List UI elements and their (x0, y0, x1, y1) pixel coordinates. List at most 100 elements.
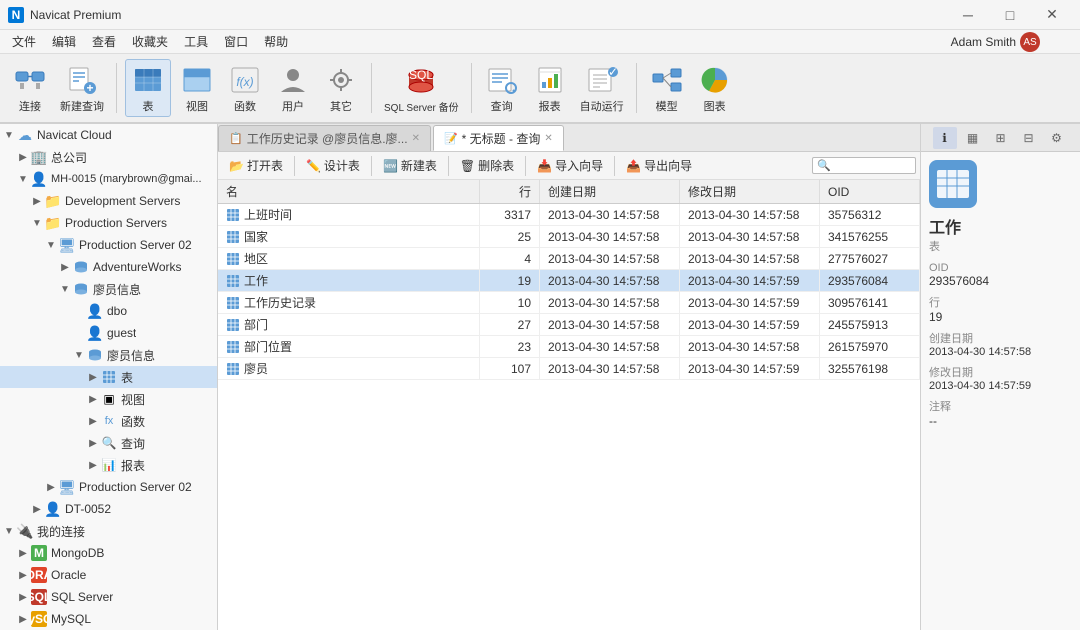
cell-rows: 4 (480, 248, 540, 270)
delete-table-button[interactable]: 🗑 删除表 (453, 154, 521, 177)
toolbar-table[interactable]: 表 (125, 59, 171, 117)
tree-dt0052[interactable]: ▶ 👤 DT-0052 (0, 498, 217, 520)
menu-help[interactable]: 帮助 (256, 31, 296, 52)
tab-query-close[interactable]: ✕ (544, 133, 552, 144)
toolbar-user[interactable]: 用户 (271, 60, 315, 116)
tree-function[interactable]: ▶ fx 函数 (0, 410, 217, 432)
cell-rows: 27 (480, 314, 540, 336)
new-table-button[interactable]: 🆕 新建表 (376, 154, 444, 177)
minimize-button[interactable]: ─ (948, 5, 988, 25)
db-icon (72, 280, 90, 298)
tree-sqlserver[interactable]: ▶ SQL SQL Server (0, 586, 217, 608)
tab-history-close[interactable]: ✕ (412, 133, 420, 144)
tree-query[interactable]: ▶ 🔍 查询 (0, 432, 217, 454)
cell-oid: 245575913 (820, 314, 920, 336)
toolbar-chart[interactable]: 图表 (693, 60, 737, 116)
toolbar-query[interactable]: 查询 (480, 60, 524, 116)
tree-liaoyuan-info2[interactable]: ▼ 廖员信息 (0, 344, 217, 366)
export-wizard-button[interactable]: 📤 导出向导 (619, 154, 699, 177)
tree-mysql[interactable]: ▶ MySQL MySQL (0, 608, 217, 630)
tree-table[interactable]: ▶ 表 (0, 366, 217, 388)
view1-tab[interactable]: ▦ (961, 127, 985, 149)
col-rows: 行 (480, 180, 540, 204)
query-icon (484, 62, 520, 98)
tree-company[interactable]: ▶ 🏢 总公司 (0, 146, 217, 168)
toolbar-new-query[interactable]: + 新建查询 (56, 60, 108, 116)
view-icon: ▣ (100, 390, 118, 408)
menu-tools[interactable]: 工具 (176, 31, 216, 52)
table-row[interactable]: 部门272013-04-30 14:57:582013-04-30 14:57:… (218, 314, 920, 336)
tree-mongodb[interactable]: ▶ M MongoDB (0, 542, 217, 564)
cell-oid: 325576198 (820, 358, 920, 380)
user-avatar: AS (1020, 32, 1040, 52)
view2-tab[interactable]: ⊞ (989, 127, 1013, 149)
expand-arrow: ▶ (30, 196, 44, 207)
tree-prod-server-02[interactable]: ▼ 🖥 Production Server 02 (0, 234, 217, 256)
tree-liaoyuan-info[interactable]: ▼ 廖员信息 (0, 278, 217, 300)
tree-oracle[interactable]: ▶ ORA Oracle (0, 564, 217, 586)
toolbar-sep-3 (471, 63, 472, 113)
settings-tab[interactable]: ⚙ (1045, 127, 1069, 149)
open-table-button[interactable]: 📂 打开表 (222, 154, 290, 177)
toolbar-sqlserver-backup[interactable]: SQL SQL Server 备份 (380, 61, 463, 116)
tree-prod-server-02b[interactable]: ▶ 🖥 Production Server 02 (0, 476, 217, 498)
toolbar-model[interactable]: 模型 (645, 60, 689, 116)
user-name: Adam Smith (951, 35, 1016, 49)
tree-dev-servers[interactable]: ▶ 📁 Development Servers (0, 190, 217, 212)
expand-arrow: ▶ (30, 504, 44, 515)
rows-value: 19 (929, 310, 1072, 324)
table-row[interactable]: 部门位置232013-04-30 14:57:582013-04-30 14:5… (218, 336, 920, 358)
toolbar-function[interactable]: f(x) 函数 (223, 60, 267, 116)
cell-oid: 341576255 (820, 226, 920, 248)
action-sep-4 (525, 156, 526, 176)
search-input[interactable] (831, 160, 911, 172)
menu-file[interactable]: 文件 (4, 31, 44, 52)
cell-rows: 3317 (480, 204, 540, 226)
tree-dbo[interactable]: 👤 dbo (0, 300, 217, 322)
menu-window[interactable]: 窗口 (216, 31, 256, 52)
menu-edit[interactable]: 编辑 (44, 31, 84, 52)
toolbar-report[interactable]: 报表 (528, 60, 572, 116)
toolbar-sep-1 (116, 63, 117, 113)
tree-prod-servers[interactable]: ▼ 📁 Production Servers (0, 212, 217, 234)
svg-text:SQL: SQL (409, 68, 433, 82)
design-table-button[interactable]: ✏️ 设计表 (299, 154, 367, 177)
tree-navicat-cloud[interactable]: ▼ ☁ Navicat Cloud (0, 124, 217, 146)
window-controls[interactable]: ─ □ ✕ (948, 5, 1072, 25)
tab-history[interactable]: 📋 工作历史记录 @廖员信息.廖... ✕ (218, 125, 431, 151)
info-tab[interactable]: ℹ (933, 127, 957, 149)
table-row[interactable]: 上班时间33172013-04-30 14:57:582013-04-30 14… (218, 204, 920, 226)
toolbar-autorun[interactable]: ✓ 自动运行 (576, 60, 628, 116)
table-row[interactable]: 工作192013-04-30 14:57:582013-04-30 14:57:… (218, 270, 920, 292)
menu-view[interactable]: 查看 (84, 31, 124, 52)
cell-oid: 277576027 (820, 248, 920, 270)
cell-modified: 2013-04-30 14:57:58 (680, 226, 820, 248)
table-row[interactable]: 工作历史记录102013-04-30 14:57:582013-04-30 14… (218, 292, 920, 314)
sqlserver-backup-icon: SQL (403, 63, 439, 99)
tab-bar: 📋 工作历史记录 @廖员信息.廖... ✕ 📝 * 无标题 - 查询 ✕ (218, 124, 920, 152)
cell-created: 2013-04-30 14:57:58 (540, 204, 680, 226)
import-label: 导入向导 (555, 157, 603, 174)
design-label: 设计表 (324, 157, 360, 174)
close-button[interactable]: ✕ (1032, 5, 1072, 25)
info-icon-box (929, 160, 977, 208)
view3-tab[interactable]: ⊟ (1017, 127, 1041, 149)
guest-label: guest (107, 326, 136, 340)
tree-my-connections[interactable]: ▼ 🔌 我的连接 (0, 520, 217, 542)
table-row[interactable]: 廖员1072013-04-30 14:57:582013-04-30 14:57… (218, 358, 920, 380)
maximize-button[interactable]: □ (990, 5, 1030, 25)
menu-favorites[interactable]: 收藏夹 (124, 31, 176, 52)
toolbar-connect[interactable]: 连接 (8, 60, 52, 116)
tab-query[interactable]: 📝 * 无标题 - 查询 ✕ (433, 125, 564, 151)
toolbar-view[interactable]: 视图 (175, 60, 219, 116)
tree-view[interactable]: ▶ ▣ 视图 (0, 388, 217, 410)
table-row[interactable]: 地区42013-04-30 14:57:582013-04-30 14:57:5… (218, 248, 920, 270)
toolbar-other[interactable]: 其它 (319, 60, 363, 116)
import-wizard-button[interactable]: 📥 导入向导 (530, 154, 610, 177)
tree-report[interactable]: ▶ 📊 报表 (0, 454, 217, 476)
model-label: 模型 (656, 98, 678, 114)
tree-adventureworks[interactable]: ▶ AdventureWorks (0, 256, 217, 278)
tree-mh0015[interactable]: ▼ 👤 MH-0015 (marybrown@gmai... (0, 168, 217, 190)
tree-guest[interactable]: 👤 guest (0, 322, 217, 344)
table-row[interactable]: 国家252013-04-30 14:57:582013-04-30 14:57:… (218, 226, 920, 248)
